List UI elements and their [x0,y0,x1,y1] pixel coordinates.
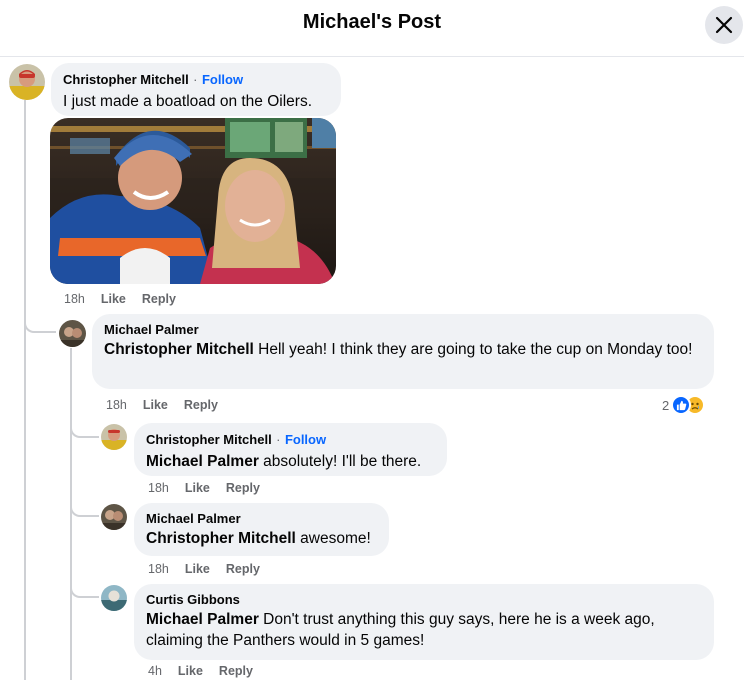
avatar-image [101,504,127,530]
comment-bubble: Christopher Mitchell · Follow Michael Pa… [134,423,447,476]
reply-link[interactable]: Reply [226,481,260,495]
comment-actions: 18h Like Reply [148,562,260,576]
reaction-count: 2 [662,397,670,413]
comment-author[interactable]: Christopher Mitchell [146,432,272,447]
comment-author[interactable]: Michael Palmer [104,322,702,337]
like-link[interactable]: Like [143,398,168,412]
comment-text: awesome! [295,530,371,547]
comment-photo[interactable] [50,118,336,284]
reaction-summary[interactable]: 2 [662,394,706,416]
thread-connector [24,300,56,333]
mention-link[interactable]: Michael Palmer [146,611,259,628]
comment-actions: 18h Like Reply [106,398,218,412]
comment-bubble: Curtis Gibbons Michael Palmer Don't trus… [134,584,714,660]
comment-bubble: Michael Palmer Christopher Mitchell awes… [134,503,389,556]
avatar[interactable] [9,64,45,100]
thread-connector [70,500,99,517]
avatar[interactable] [59,320,86,347]
comment-author[interactable]: Curtis Gibbons [146,592,702,607]
comment-text: absolutely! I'll be there. [258,453,422,470]
avatar[interactable] [101,504,127,530]
avatar-image [101,585,127,611]
comment-actions: 18h Like Reply [64,292,176,306]
comment-actions: 4h Like Reply [148,664,253,678]
mention-link[interactable]: Christopher Mitchell [146,530,296,547]
reply-link[interactable]: Reply [226,562,260,576]
avatar[interactable] [101,424,127,450]
dialog-title: Michael's Post [302,11,442,33]
comment-time[interactable]: 18h [148,481,169,495]
separator-dot: · [276,432,281,447]
like-link[interactable]: Like [101,292,126,306]
comment-text: Hell yeah! I think they are going to tak… [253,341,693,358]
comment-time[interactable]: 18h [106,398,127,412]
like-link[interactable]: Like [185,562,210,576]
comment-time[interactable]: 4h [148,664,162,678]
reply-link[interactable]: Reply [184,398,218,412]
comment-bubble: Michael Palmer Christopher Mitchell Hell… [92,314,714,389]
follow-link[interactable]: Follow [285,432,326,447]
close-button[interactable] [705,6,743,44]
comment-author[interactable]: Michael Palmer [146,511,377,526]
photo-image [50,118,336,284]
thread-line [24,100,26,680]
thread-connector [70,580,99,598]
comment-author[interactable]: Christopher Mitchell [63,72,189,87]
mention-link[interactable]: Christopher Mitchell [104,341,254,358]
comment-actions: 18h Like Reply [148,481,260,495]
thread-connector [70,405,99,438]
comment-time[interactable]: 18h [148,562,169,576]
comment-time[interactable]: 18h [64,292,85,306]
comment-bubble: Christopher Mitchell · Follow I just mad… [51,63,341,116]
follow-link[interactable]: Follow [202,72,243,87]
avatar-image [9,64,45,100]
mention-link[interactable]: Michael Palmer [146,453,259,470]
reply-link[interactable]: Reply [219,664,253,678]
thread-line [70,348,72,680]
separator-dot: · [193,72,198,87]
like-link[interactable]: Like [178,664,203,678]
comment-text: I just made a boatload on the Oilers. [63,93,313,110]
dialog-header: Michael's Post [0,0,744,57]
avatar[interactable] [101,585,127,611]
close-icon [715,16,733,34]
like-link[interactable]: Like [185,481,210,495]
avatar-image [59,320,86,347]
avatar-image [101,424,127,450]
reply-link[interactable]: Reply [142,292,176,306]
